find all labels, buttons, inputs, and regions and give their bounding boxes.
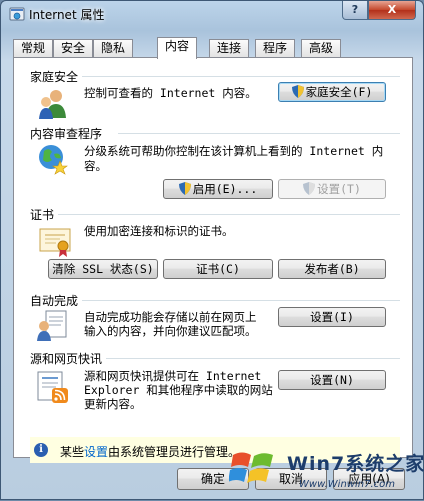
enable-button-label: 启用(E)... xyxy=(192,182,258,196)
publishers-button[interactable]: 发布者(B) xyxy=(278,259,386,279)
feeds-description-line2: Explorer 和其他程序中读取的网站 xyxy=(84,383,273,397)
autocomplete-icon xyxy=(37,310,67,341)
uac-shield-icon xyxy=(178,182,191,195)
uac-shield-icon xyxy=(291,85,304,98)
divider xyxy=(118,133,400,134)
help-button[interactable]: ? xyxy=(342,1,368,20)
tab-content[interactable]: 内容 xyxy=(157,37,198,59)
autocomplete-settings-button[interactable]: 设置(I) xyxy=(278,307,386,327)
divider xyxy=(82,300,400,301)
feeds-icon xyxy=(37,371,68,403)
info-icon: i xyxy=(34,443,48,457)
family-safety-heading: 家庭安全 xyxy=(30,70,79,84)
window-title: Internet 属性 xyxy=(29,8,105,22)
watermark-url: Www.Winwin7.com xyxy=(299,479,395,490)
tab-advanced[interactable]: 高级 xyxy=(301,39,342,57)
feeds-heading: 源和网页快讯 xyxy=(30,352,103,366)
family-safety-button-label: 家庭安全(F) xyxy=(305,85,373,99)
tab-programs[interactable]: 程序 xyxy=(255,39,296,57)
divider xyxy=(82,76,400,77)
settings-link[interactable]: 设置 xyxy=(84,445,108,459)
feeds-description-line3: 更新内容。 xyxy=(84,397,142,411)
autocomplete-description-line1: 自动完成功能会存储以前在网页上 xyxy=(84,310,257,324)
internet-properties-window: Internet 属性 ? X 常规 安全 隐私 内容 连接 程序 高级 家庭安… xyxy=(0,0,424,500)
feeds-description-line1: 源和网页快讯提供可在 Internet xyxy=(84,369,262,383)
internet-options-icon xyxy=(9,7,25,21)
site-watermark: Win7系统之家 Www.Winwin7.com xyxy=(229,441,424,501)
tab-security[interactable]: 安全 xyxy=(53,39,94,57)
tab-connections[interactable]: 连接 xyxy=(209,39,250,57)
watermark-brand: Win7系统之家 xyxy=(287,453,424,475)
content-advisor-description-line1: 分级系统可帮助你控制在该计算机上看到的 Internet 内 xyxy=(84,144,384,158)
tab-general[interactable]: 常规 xyxy=(13,39,54,57)
title-bar: Internet 属性 ? X xyxy=(1,1,423,29)
divider xyxy=(58,214,400,215)
content-advisor-settings-label: 设置(T) xyxy=(317,182,361,196)
autocomplete-heading: 自动完成 xyxy=(30,294,79,308)
enable-button[interactable]: 启用(E)... xyxy=(163,179,273,199)
windows-flag-logo-icon xyxy=(229,452,273,483)
divider xyxy=(106,358,400,359)
family-safety-icon xyxy=(39,90,66,119)
family-safety-button[interactable]: 家庭安全(F) xyxy=(278,82,386,102)
content-advisor-description-line2: 容。 xyxy=(84,159,107,173)
certificates-button[interactable]: 证书(C) xyxy=(163,259,273,279)
feeds-settings-button[interactable]: 设置(N) xyxy=(278,370,386,390)
certificates-description: 使用加密连接和标识的证书。 xyxy=(84,224,234,238)
clear-ssl-state-button[interactable]: 清除 SSL 状态(S) xyxy=(48,259,158,279)
autocomplete-description-line2: 输入的内容，并向你建议匹配项。 xyxy=(84,324,257,338)
uac-shield-icon xyxy=(303,182,316,195)
close-button[interactable]: X xyxy=(368,1,416,20)
content-advisor-settings-button[interactable]: 设置(T) xyxy=(278,179,386,199)
certificates-heading: 证书 xyxy=(30,208,55,222)
info-message: 某些设置由系统管理员进行管理。 xyxy=(60,445,241,459)
content-advisor-heading: 内容审查程序 xyxy=(30,127,103,141)
content-advisor-icon xyxy=(39,145,68,175)
family-safety-description: 控制可查看的 Internet 内容。 xyxy=(84,86,257,100)
content-tab-panel: 家庭安全 控制可查看的 Internet 内容。 家庭安全(F) 内容审查程序 … xyxy=(13,57,413,463)
certificate-icon xyxy=(39,228,71,257)
tab-privacy[interactable]: 隐私 xyxy=(93,39,134,57)
